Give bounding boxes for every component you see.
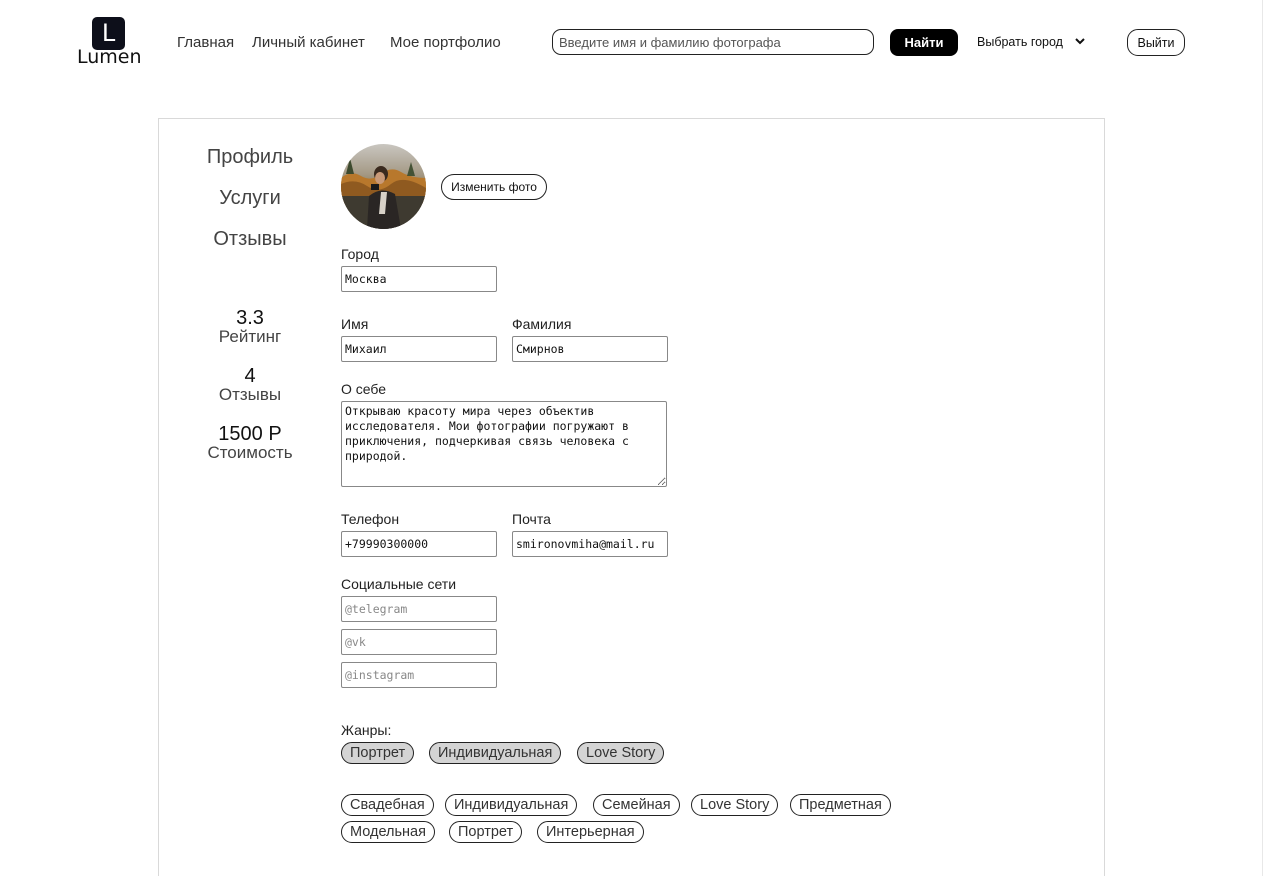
sidebar-item-profile[interactable]: Профиль: [190, 146, 310, 169]
genre-chip[interactable]: Модельная: [341, 821, 435, 843]
social-label: Социальные сети: [341, 576, 457, 592]
find-button[interactable]: Найти: [890, 29, 958, 56]
logout-button[interactable]: Выйти: [1127, 29, 1185, 56]
genre-chip[interactable]: Интерьерная: [537, 821, 644, 843]
city-field[interactable]: [341, 266, 497, 292]
rating-label: Рейтинг: [218, 327, 282, 346]
genre-chip[interactable]: Индивидуальная: [445, 794, 578, 816]
sidebar-item-services[interactable]: Услуги: [190, 187, 310, 210]
nav-portfolio[interactable]: Мое портфолио: [390, 34, 501, 51]
genre-chip[interactable]: Свадебная: [341, 794, 434, 816]
price-label: Стоимость: [207, 443, 293, 462]
genre-chip[interactable]: Портрет: [449, 821, 523, 843]
city-label: Город: [341, 246, 379, 262]
last-name-label: Фамилия: [512, 316, 572, 332]
photographer-avatar-icon: [341, 144, 426, 229]
about-label: О себе: [341, 381, 387, 397]
selected-genre-chip[interactable]: Портрет: [341, 742, 415, 764]
genre-chip[interactable]: Предметная: [790, 794, 891, 816]
city-select[interactable]: Выбрать город: [977, 35, 1063, 49]
change-photo-button[interactable]: Изменить фото: [441, 174, 547, 200]
email-label: Почта: [512, 511, 551, 527]
last-name-field[interactable]: [512, 336, 668, 362]
first-name-field[interactable]: [341, 336, 497, 362]
avatar: [341, 144, 426, 229]
sidebar-item-reviews[interactable]: Отзывы: [190, 228, 310, 251]
scrollbar-edge: [1262, 0, 1263, 876]
about-field[interactable]: Открываю красоту мира через объектив исс…: [341, 401, 667, 487]
nav-home[interactable]: Главная: [177, 34, 234, 51]
logo-text[interactable]: Lumen: [77, 46, 142, 68]
vk-field[interactable]: [341, 629, 497, 655]
genres-label: Жанры:: [341, 722, 392, 738]
telegram-field[interactable]: [341, 596, 497, 622]
page: L Lumen Главная Личный кабинет Мое портф…: [0, 0, 1264, 876]
search-input[interactable]: [552, 29, 874, 55]
selected-genre-chip[interactable]: Love Story: [577, 742, 665, 764]
genre-chip[interactable]: Love Story: [691, 794, 779, 816]
genre-chip[interactable]: Семейная: [593, 794, 680, 816]
reviews-count-label: Отзывы: [218, 385, 282, 404]
phone-label: Телефон: [341, 511, 400, 527]
phone-field[interactable]: [341, 531, 497, 557]
chevron-down-icon[interactable]: [1075, 37, 1085, 45]
nav-account[interactable]: Личный кабинет: [252, 34, 365, 51]
selected-genre-chip[interactable]: Индивидуальная: [429, 742, 562, 764]
first-name-label: Имя: [341, 316, 369, 332]
email-field[interactable]: [512, 531, 668, 557]
instagram-field[interactable]: [341, 662, 497, 688]
